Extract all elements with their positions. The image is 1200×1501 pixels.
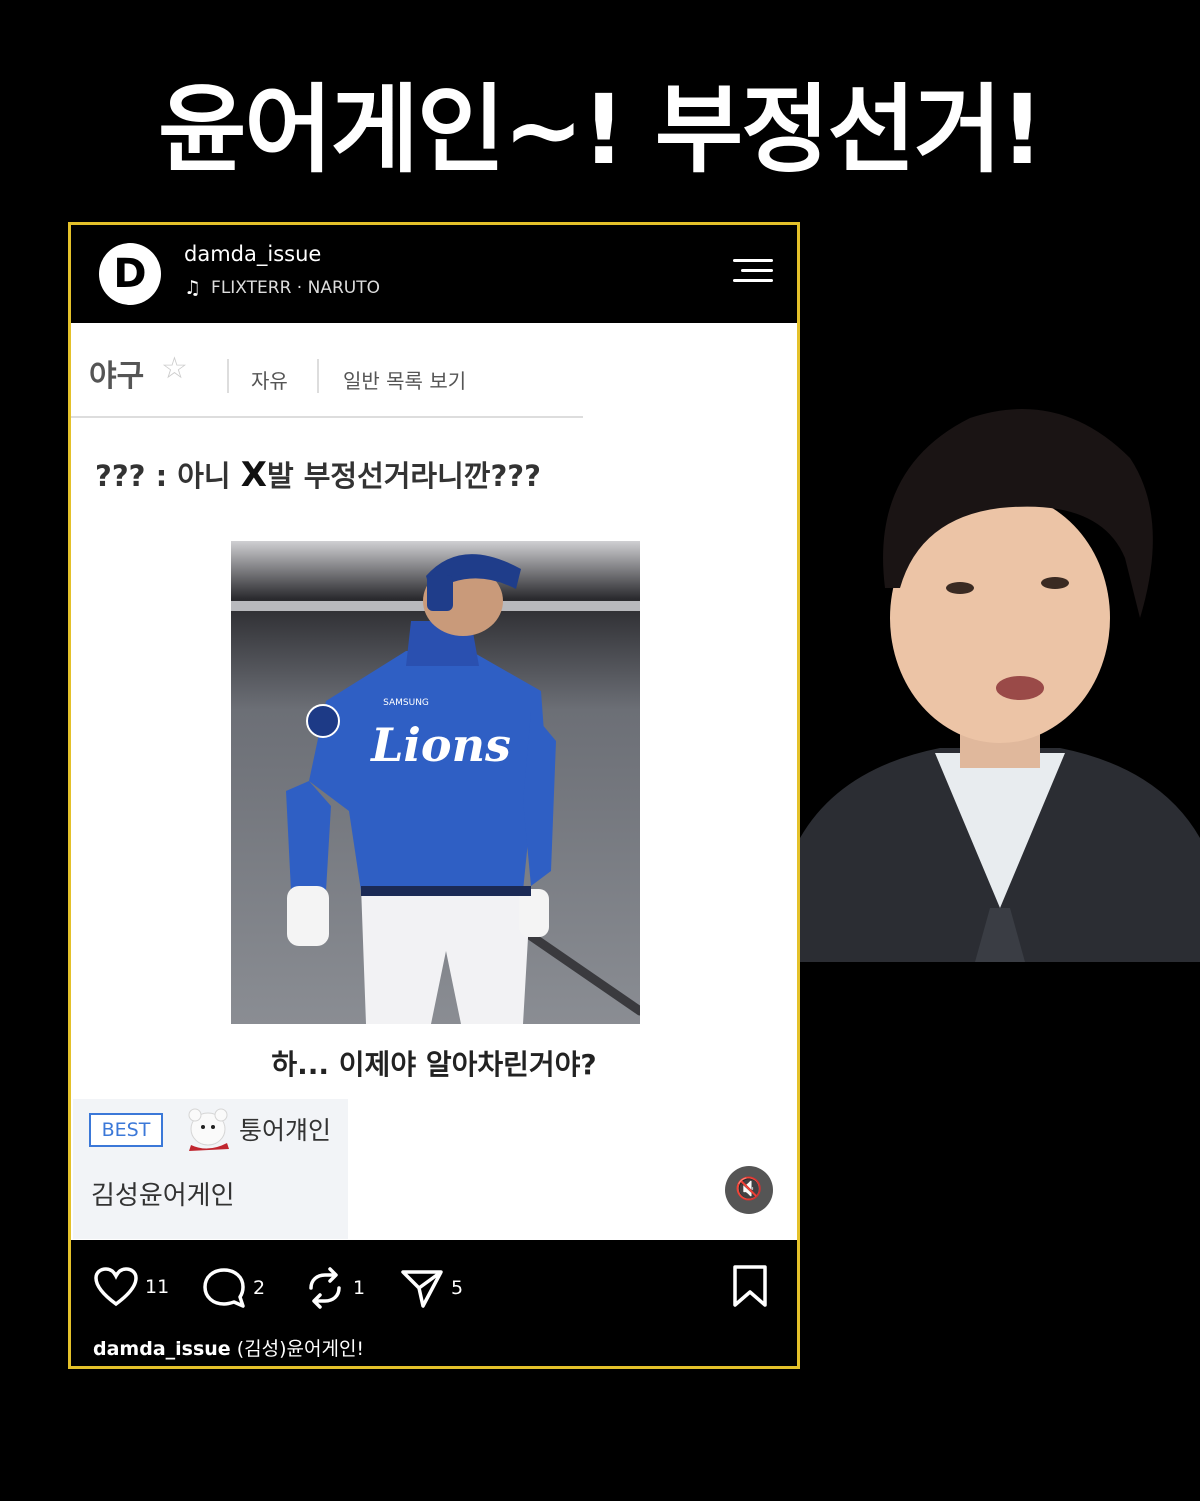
bookmark-icon[interactable]: [731, 1264, 769, 1308]
board-name[interactable]: 야구: [89, 351, 144, 395]
player-illustration: Lions SAMSUNG: [231, 541, 640, 1024]
like-count: 11: [145, 1276, 170, 1298]
comment-button[interactable]: 2: [201, 1266, 265, 1310]
like-button[interactable]: 11: [93, 1266, 169, 1308]
caption-text: (김성)윤어게인!: [230, 1338, 365, 1360]
music-note-icon: ♫: [184, 277, 202, 299]
baseball-player-photo: Lions SAMSUNG: [231, 541, 640, 1024]
repost-count: 1: [353, 1277, 366, 1299]
headline-title: 윤어게인~! 부정선거!: [158, 74, 1044, 186]
repost-button[interactable]: 1: [303, 1266, 365, 1310]
comment-count: 2: [253, 1277, 266, 1299]
share-count: 5: [451, 1277, 464, 1299]
tab-list-view[interactable]: 일반 목록 보기: [343, 365, 466, 394]
jersey-wordmark: Lions: [369, 718, 511, 772]
mute-icon[interactable]: 🔇: [725, 1166, 773, 1214]
comment-bubble-icon: [203, 1268, 245, 1308]
post-title: ??? : 아니 X발 부정선거라니깐???: [95, 453, 541, 495]
title-emphasis: X: [240, 455, 267, 495]
star-icon[interactable]: ☆: [161, 351, 188, 386]
speaker-portrait: [800, 388, 1200, 962]
board-nav: 야구 ☆ 자유 일반 목록 보기: [71, 323, 583, 418]
repost-icon: [309, 1267, 341, 1309]
post-caption: damda_issue (김성)윤어게인!: [93, 1334, 364, 1361]
divider: [317, 359, 319, 393]
post-media: 야구 ☆ 자유 일반 목록 보기 ??? : 아니 X발 부정선거라니깐???: [71, 323, 797, 1240]
photo-caption: 하... 이제야 알아차린거야?: [271, 1048, 597, 1081]
commenter-name: 퉁어걔인: [239, 1116, 332, 1145]
post-header: D damda_issue ♫ FLIXTERR · NARUTO: [71, 225, 797, 323]
music-track: FLIXTERR · NARUTO: [211, 278, 380, 298]
commenter-avatar: [183, 1105, 233, 1151]
tab-free[interactable]: 자유: [251, 365, 288, 394]
music-info[interactable]: ♫ FLIXTERR · NARUTO: [184, 277, 380, 299]
best-comment[interactable]: BEST 퉁어걔인 김성윤어게인: [73, 1099, 348, 1239]
account-username[interactable]: damda_issue: [184, 242, 321, 266]
best-badge: BEST: [89, 1113, 163, 1147]
title-prefix: ??? : 아니: [95, 459, 241, 493]
title-suffix: 발 부정선거라니깐???: [266, 459, 541, 493]
jersey-brand: SAMSUNG: [383, 698, 429, 708]
heart-icon: [94, 1267, 138, 1307]
account-avatar[interactable]: D: [99, 243, 161, 305]
post-card: D damda_issue ♫ FLIXTERR · NARUTO 야구 ☆ 자…: [68, 222, 800, 1369]
divider: [227, 359, 229, 393]
paper-plane-icon: [401, 1270, 443, 1308]
menu-icon[interactable]: [733, 259, 773, 283]
speaker-illustration: [800, 388, 1200, 962]
share-button[interactable]: 5: [399, 1266, 463, 1310]
caption-username[interactable]: damda_issue: [93, 1338, 231, 1360]
comment-text: 김성윤어게인: [91, 1181, 235, 1211]
action-bar: 11 2 1 5 damda_issue (김성)윤어게인!: [71, 1240, 797, 1366]
